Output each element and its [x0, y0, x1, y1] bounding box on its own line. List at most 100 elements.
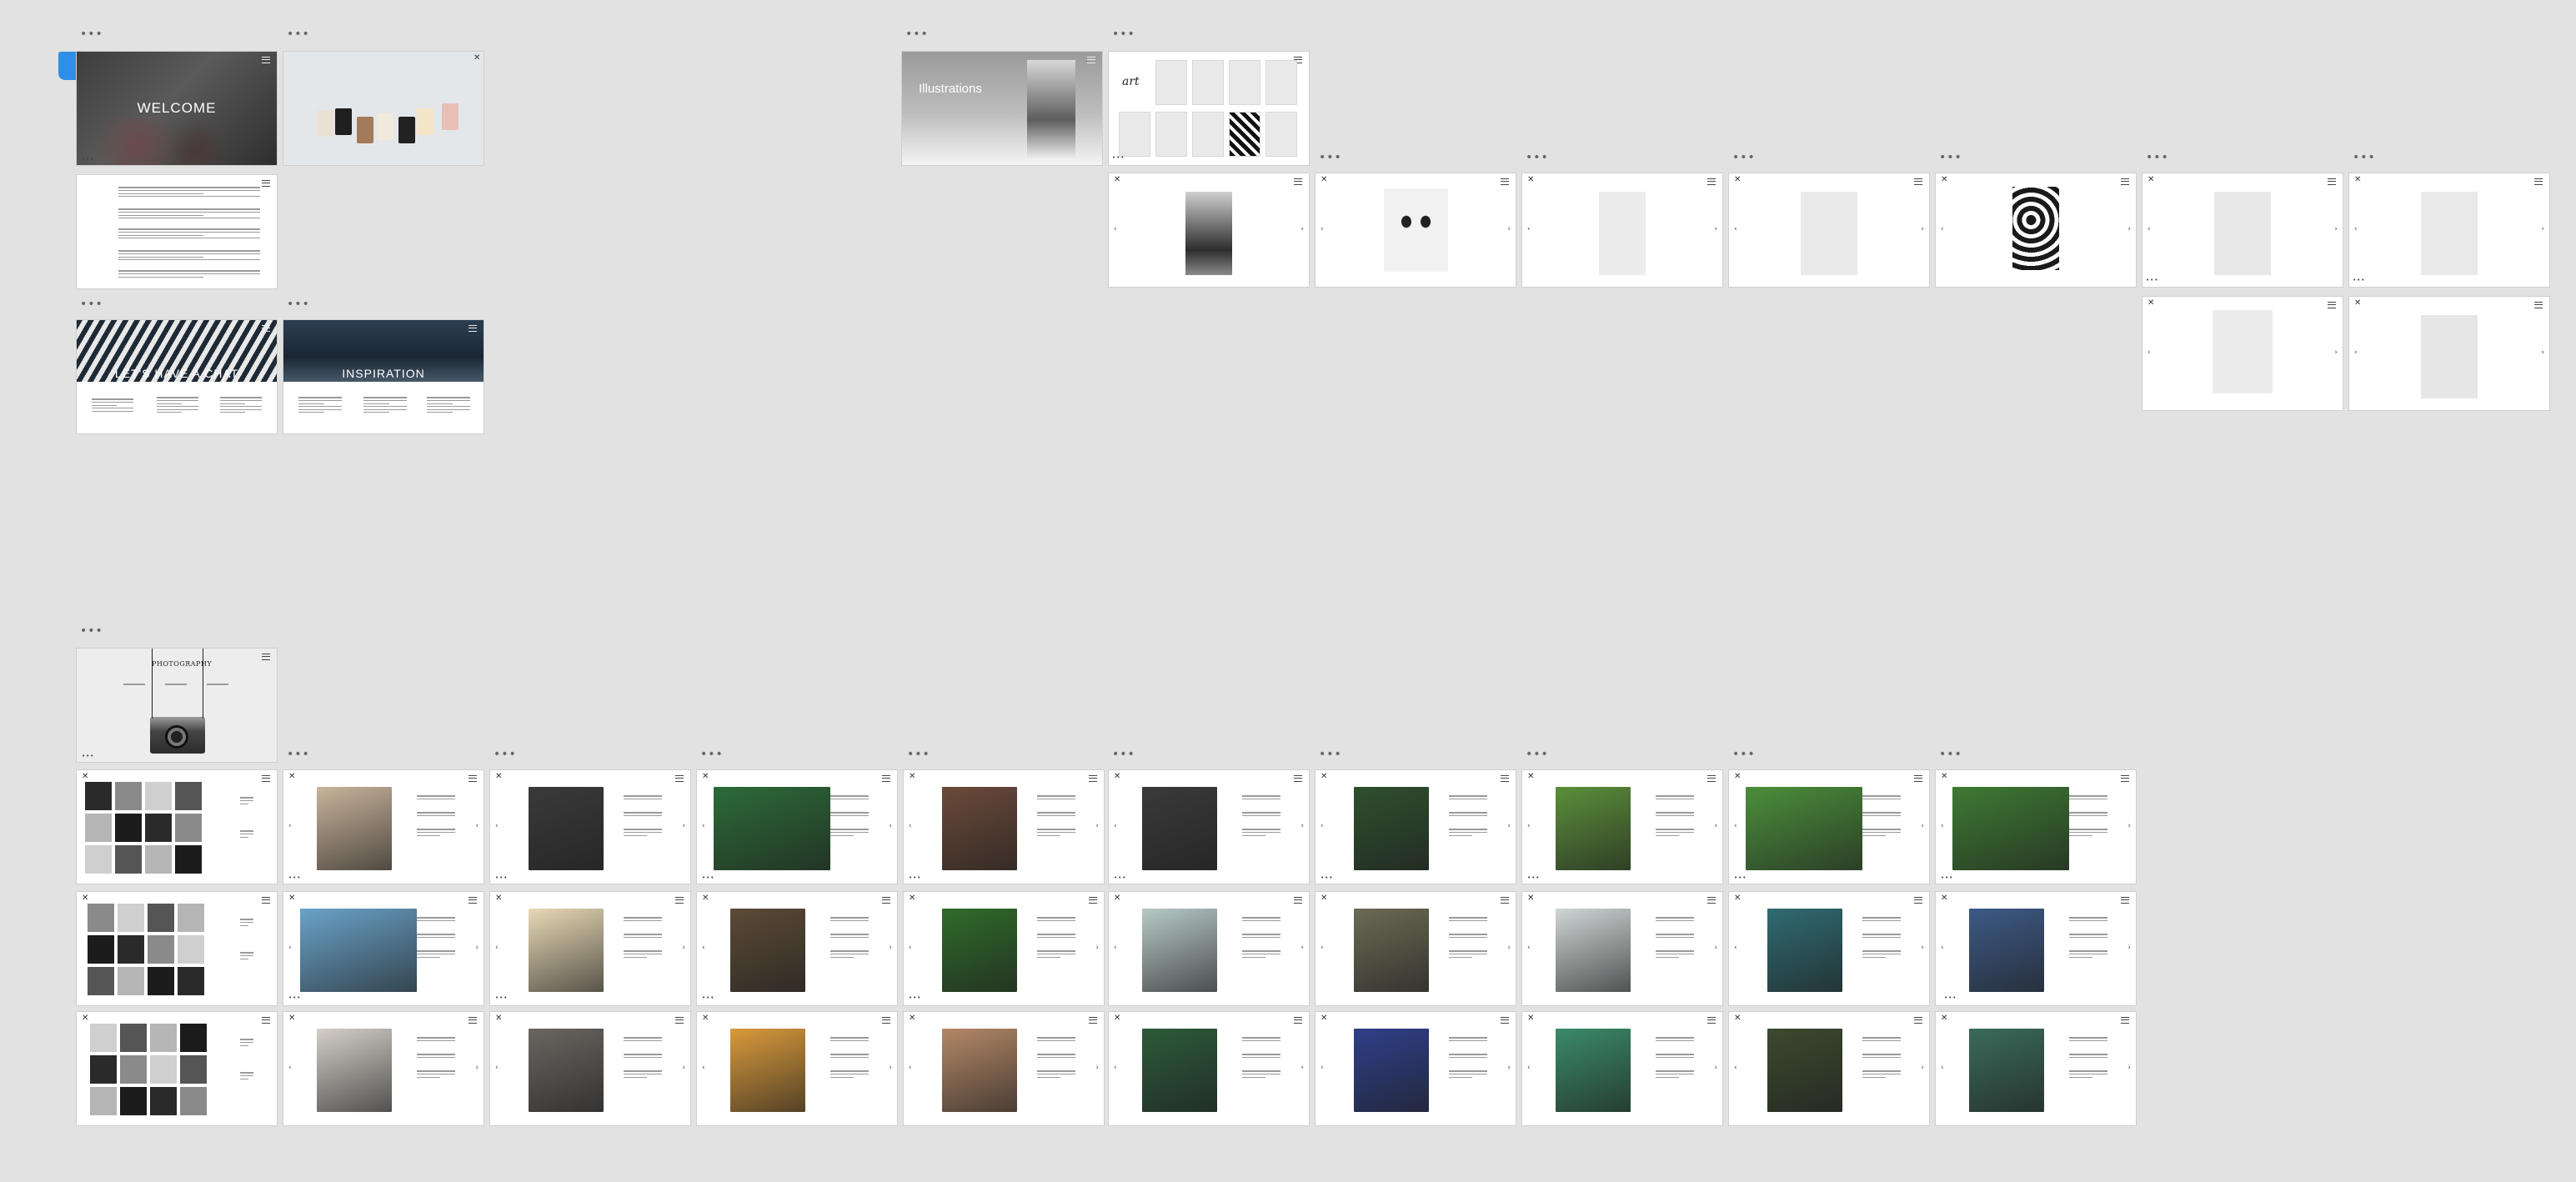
artboard-options-dots[interactable]: •••: [1526, 152, 1549, 163]
welcome-artboard[interactable]: WELCOME •••: [77, 52, 277, 165]
menu-icon[interactable]: [882, 897, 890, 904]
photo-image[interactable]: [730, 909, 805, 992]
artboard-options-dots[interactable]: •••: [1732, 152, 1756, 163]
menu-icon[interactable]: [2121, 775, 2129, 782]
photo-detail-artboard[interactable]: ✕ ‹ ›: [283, 892, 484, 1005]
photo-image[interactable]: [1354, 787, 1429, 870]
photo-image[interactable]: [1354, 909, 1429, 992]
bw-photo[interactable]: [150, 1024, 177, 1052]
bw-photo[interactable]: [118, 967, 144, 995]
photo-detail-artboard[interactable]: ✕ ‹ › •••: [1936, 770, 2136, 884]
bw-photo[interactable]: [120, 1087, 147, 1115]
bw-photo[interactable]: [175, 782, 202, 810]
giraffe-artboard[interactable]: ✕ ‹ ›: [1936, 173, 2136, 287]
chevron-right-icon[interactable]: ›: [1507, 225, 1511, 233]
close-icon[interactable]: ✕: [1321, 772, 1327, 781]
close-icon[interactable]: ✕: [474, 53, 480, 63]
close-icon[interactable]: ✕: [909, 894, 915, 903]
bw-photo[interactable]: [85, 845, 112, 874]
artboard-options-dots[interactable]: •••: [700, 749, 724, 760]
close-icon[interactable]: ✕: [1114, 1014, 1120, 1023]
menu-icon[interactable]: [1914, 1017, 1922, 1024]
chevron-right-icon[interactable]: ›: [1507, 1064, 1511, 1072]
photography-artboard[interactable]: PHOTOGRAPHY •••: [77, 649, 277, 762]
artboard-options-dots[interactable]: •••: [905, 28, 929, 40]
bw-photo[interactable]: [150, 1055, 177, 1084]
artboard-options-dots[interactable]: •••: [494, 749, 517, 760]
close-icon[interactable]: ✕: [1734, 772, 1741, 781]
close-icon[interactable]: ✕: [288, 772, 295, 781]
bw-photo[interactable]: [150, 1087, 177, 1115]
chevron-right-icon[interactable]: ›: [2541, 348, 2544, 357]
chevron-left-icon[interactable]: ‹: [1114, 822, 1117, 830]
lineart-face-artboard[interactable]: ✕ ‹ ›: [1729, 173, 1929, 287]
close-icon[interactable]: ✕: [82, 894, 88, 903]
chevron-right-icon[interactable]: ›: [2334, 225, 2338, 233]
pagination-dots[interactable]: •••: [2146, 277, 2158, 1179]
chevron-right-icon[interactable]: ›: [1921, 1064, 1924, 1072]
chevron-right-icon[interactable]: ›: [475, 822, 479, 830]
artboard-options-dots[interactable]: •••: [1732, 749, 1756, 760]
photo-detail-artboard[interactable]: ✕ ‹ ›: [1109, 1012, 1309, 1125]
about-text-artboard[interactable]: [77, 175, 277, 288]
close-icon[interactable]: ✕: [495, 894, 502, 903]
menu-icon[interactable]: [882, 1017, 890, 1024]
chevron-left-icon[interactable]: ‹: [1527, 944, 1531, 952]
bw-photo[interactable]: [90, 1087, 117, 1115]
chevron-left-icon[interactable]: ‹: [702, 822, 705, 830]
menu-icon[interactable]: [469, 325, 477, 332]
menu-icon[interactable]: [1294, 178, 1302, 185]
artboard-options-dots[interactable]: •••: [2353, 152, 2376, 163]
chevron-right-icon[interactable]: ›: [1301, 944, 1304, 952]
chevron-left-icon[interactable]: ‹: [1734, 225, 1737, 233]
artboard-options-dots[interactable]: •••: [2146, 152, 2169, 163]
bw-photo[interactable]: [148, 967, 174, 995]
photo-detail-artboard[interactable]: ✕ ‹ ›: [1316, 1012, 1516, 1125]
bw-photo[interactable]: [120, 1024, 147, 1052]
bw-photo[interactable]: [90, 1055, 117, 1084]
close-icon[interactable]: ✕: [1321, 894, 1327, 903]
art-thumbnail[interactable]: [1265, 60, 1297, 105]
pagination-dots[interactable]: •••: [1321, 874, 1333, 881]
menu-icon[interactable]: [2328, 178, 2336, 185]
bw-photo[interactable]: [175, 845, 202, 874]
chevron-left-icon[interactable]: ‹: [1114, 944, 1117, 952]
chevron-left-icon[interactable]: ‹: [1321, 944, 1324, 952]
menu-icon[interactable]: [2534, 302, 2543, 308]
photo-image[interactable]: [1767, 909, 1842, 992]
menu-icon[interactable]: [1707, 897, 1716, 904]
menu-icon[interactable]: [1914, 775, 1922, 782]
close-icon[interactable]: ✕: [909, 772, 915, 781]
photo-image[interactable]: [1969, 1029, 2044, 1112]
art-thumbnail[interactable]: [1192, 112, 1224, 157]
bw-collage-artboard[interactable]: ✕: [77, 770, 277, 884]
abstract-face-artboard[interactable]: ✕ ‹ ›: [2349, 173, 2549, 287]
bw-photo[interactable]: [85, 814, 112, 842]
menu-icon[interactable]: [1707, 178, 1716, 185]
menu-icon[interactable]: [675, 775, 684, 782]
chevron-left-icon[interactable]: ‹: [1734, 822, 1737, 830]
bw-photo[interactable]: [88, 935, 114, 964]
menu-icon[interactable]: [1707, 1017, 1716, 1024]
pagination-dots[interactable]: •••: [909, 874, 921, 881]
art-thumbnail[interactable]: [1265, 112, 1297, 157]
pagination-dots[interactable]: •••: [1941, 874, 1953, 881]
menu-icon[interactable]: [2121, 897, 2129, 904]
pagination-dots[interactable]: •••: [495, 994, 508, 1179]
dancer-sketch-artboard[interactable]: ✕ ‹ ›: [2142, 297, 2343, 410]
chevron-right-icon[interactable]: ›: [475, 1064, 479, 1072]
chevron-right-icon[interactable]: ›: [1921, 822, 1924, 830]
chevron-right-icon[interactable]: ›: [1507, 944, 1511, 952]
trees-sketch-artboard[interactable]: ✕ ‹ ›: [2349, 297, 2549, 410]
chevron-right-icon[interactable]: ›: [1095, 822, 1099, 830]
menu-icon[interactable]: [262, 180, 270, 187]
photo-detail-artboard[interactable]: ✕ ‹ ›: [490, 892, 690, 1005]
chevron-left-icon[interactable]: ‹: [909, 944, 912, 952]
art-thumbnail[interactable]: [1119, 112, 1150, 157]
menu-icon[interactable]: [2121, 178, 2129, 185]
artboard-options-dots[interactable]: •••: [80, 28, 103, 40]
tags-artboard[interactable]: ✕: [283, 52, 484, 165]
chevron-right-icon[interactable]: ›: [2127, 822, 2131, 830]
pagination-dots[interactable]: •••: [1527, 874, 1540, 881]
bw-photo[interactable]: [90, 1024, 117, 1052]
